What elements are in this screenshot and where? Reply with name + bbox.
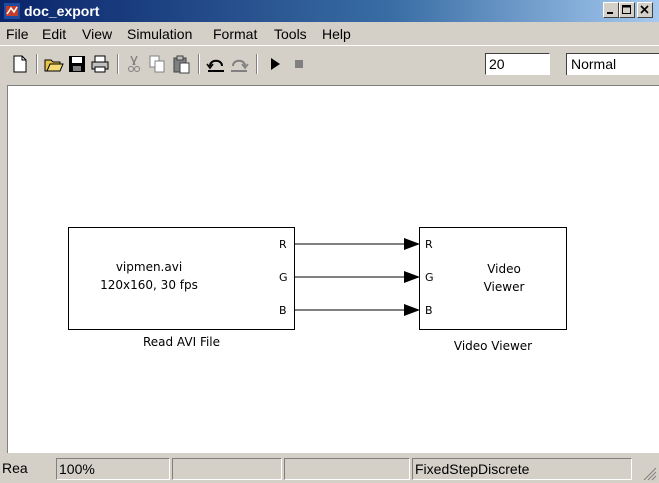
close-button[interactable] — [637, 2, 653, 18]
simulation-mode-select[interactable]: Normal — [566, 53, 659, 75]
stop-simulation-icon[interactable] — [289, 54, 309, 74]
status-empty-2 — [284, 458, 410, 480]
menu-help[interactable]: Help — [322, 26, 351, 42]
paste-icon[interactable] — [171, 54, 191, 74]
status-zoom: 100% — [56, 458, 170, 480]
model-canvas[interactable]: vipmen.avi 120x160, 30 fps R G B Read AV… — [7, 85, 659, 453]
resize-grip-icon[interactable] — [641, 465, 657, 481]
start-simulation-icon[interactable] — [265, 54, 285, 74]
menu-view[interactable]: View — [82, 26, 112, 42]
title-bar[interactable]: doc_export — [0, 0, 659, 22]
save-icon[interactable] — [67, 54, 87, 74]
signal-line-r[interactable] — [295, 238, 420, 250]
toolbar-separator — [117, 54, 119, 74]
maximize-icon — [622, 5, 631, 14]
maximize-button[interactable] — [619, 2, 635, 18]
signal-lines — [295, 238, 420, 316]
menu-bar: File Edit View Simulation Format Tools H… — [0, 22, 659, 44]
menu-file[interactable]: File — [6, 26, 29, 42]
minimize-button[interactable] — [603, 2, 619, 18]
window-title: doc_export — [24, 3, 100, 19]
undo-icon[interactable] — [206, 54, 226, 74]
close-icon — [640, 5, 649, 14]
toolbar: 20 Normal — [0, 45, 659, 83]
cut-icon[interactable] — [124, 54, 144, 74]
open-folder-icon[interactable] — [44, 54, 64, 74]
print-icon[interactable] — [90, 54, 110, 74]
menu-simulation[interactable]: Simulation — [127, 26, 192, 42]
simulink-app-icon — [4, 3, 20, 19]
signal-line-b[interactable] — [295, 304, 420, 316]
toolbar-separator — [198, 54, 200, 74]
new-model-icon[interactable] — [10, 54, 30, 74]
redo-icon[interactable] — [229, 54, 249, 74]
toolbar-separator — [256, 54, 258, 74]
status-bar: Rea 100% FixedStepDiscrete — [0, 455, 659, 483]
simulink-window: doc_export File Edit View Simulation For… — [0, 0, 659, 483]
stop-time-input[interactable]: 20 — [485, 53, 550, 75]
signal-line-g[interactable] — [295, 271, 420, 283]
menu-format[interactable]: Format — [213, 26, 257, 42]
status-empty-1 — [172, 458, 282, 480]
status-solver: FixedStepDiscrete — [412, 458, 632, 480]
toolbar-separator — [36, 54, 38, 74]
menu-tools[interactable]: Tools — [274, 26, 307, 42]
status-ready: Rea — [2, 460, 28, 476]
menu-edit[interactable]: Edit — [42, 26, 66, 42]
copy-icon[interactable] — [147, 54, 167, 74]
minimize-icon — [607, 12, 613, 14]
